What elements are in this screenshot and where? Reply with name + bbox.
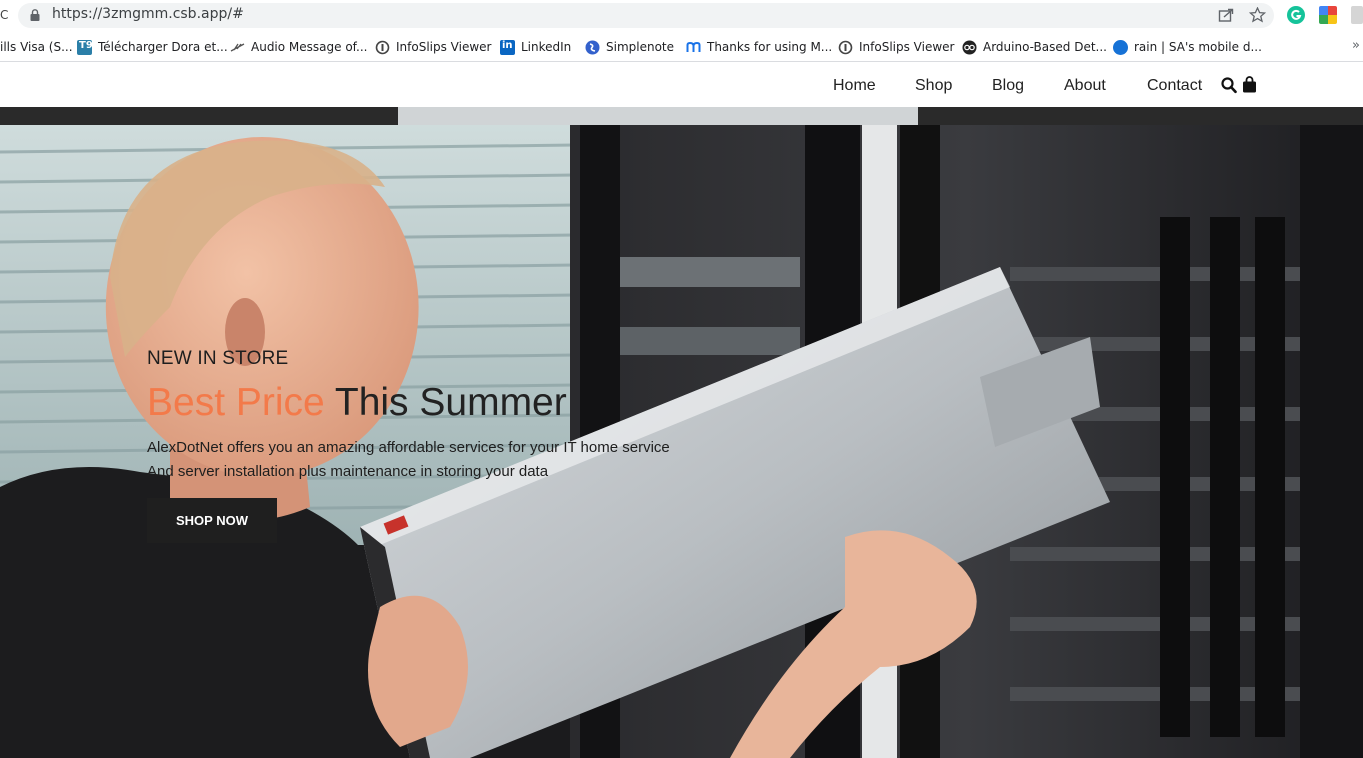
m-icon — [686, 41, 701, 52]
hero-description: AlexDotNet offers you an amazing afforda… — [147, 436, 670, 484]
hero-description-line: And server installation plus maintenance… — [147, 463, 549, 480]
bookmark-label: Arduino-Based Det... — [983, 40, 1107, 54]
bookmark-item[interactable]: InfoSlips Viewer — [375, 39, 491, 55]
infoslips-icon — [375, 40, 390, 54]
bookmark-label: Audio Message of... — [251, 40, 368, 54]
bookmark-item[interactable]: Audio Message of... — [230, 39, 367, 55]
browser-address-bar: C https://3zmgmm.csb.app/# — [0, 0, 1363, 32]
hero-eyebrow: NEW IN STORE — [147, 348, 289, 369]
site-header: Home Shop Blog About Contact — [0, 63, 1363, 107]
bookmark-item[interactable]: rain | SA's mobile d... — [1113, 39, 1262, 55]
lock-icon[interactable] — [30, 9, 40, 21]
url-text[interactable]: https://3zmgmm.csb.app/# — [52, 6, 244, 22]
infoslips-icon — [838, 40, 853, 54]
share-icon[interactable] — [1218, 7, 1235, 23]
bookmark-label: InfoSlips Viewer — [859, 40, 955, 54]
bookmark-label: rain | SA's mobile d... — [1134, 40, 1262, 54]
bookmark-item[interactable]: ills Visa (S... — [0, 39, 73, 55]
arduino-icon — [962, 40, 977, 54]
bookmark-item[interactable]: in LinkedIn — [500, 39, 571, 55]
extension-icon[interactable] — [1351, 6, 1363, 24]
shop-now-button[interactable]: SHOP NOW — [147, 498, 277, 543]
bookmark-label: Thanks for using M... — [707, 40, 833, 54]
hero-headline-rest: This Summer — [324, 381, 567, 424]
feather-icon — [230, 42, 245, 52]
cart-icon[interactable] — [1242, 76, 1257, 93]
nav-about[interactable]: About — [1064, 77, 1106, 95]
hero-headline-accent: Best Price — [147, 381, 325, 424]
nav-contact[interactable]: Contact — [1147, 77, 1202, 95]
t9-icon: T9 — [77, 39, 93, 55]
simplenote-icon — [585, 40, 600, 54]
linkedin-icon: in — [500, 39, 515, 55]
bookmark-item[interactable]: T9 Télécharger Dora et... — [77, 39, 228, 55]
bookmark-item[interactable]: Arduino-Based Det... — [962, 39, 1107, 55]
bookmark-item[interactable]: Simplenote — [585, 39, 674, 55]
bookmarks-overflow-chevron-icon[interactable]: » — [1352, 38, 1360, 53]
bookmark-item[interactable]: InfoSlips Viewer — [838, 39, 954, 55]
hero-description-line: AlexDotNet offers you an amazing afforda… — [147, 439, 670, 456]
colorful-extension-icon[interactable] — [1319, 6, 1337, 24]
nav-home[interactable]: Home — [833, 77, 876, 95]
bookmark-label: Télécharger Dora et... — [98, 40, 228, 54]
bookmark-label: ills Visa (S... — [0, 40, 73, 54]
reload-edge-icon[interactable]: C — [0, 8, 8, 22]
search-icon[interactable] — [1221, 77, 1237, 94]
star-bookmark-icon[interactable] — [1249, 7, 1266, 23]
hero-banner: NEW IN STORE Best Price This Summer Alex… — [0, 107, 1363, 758]
bookmark-item[interactable]: Thanks for using M... — [686, 39, 832, 55]
grammarly-extension-icon[interactable] — [1287, 6, 1305, 24]
hero-background-image — [0, 107, 1363, 758]
bookmark-label: LinkedIn — [521, 40, 572, 54]
url-omnibox[interactable]: https://3zmgmm.csb.app/# — [18, 3, 1274, 28]
nav-shop[interactable]: Shop — [915, 77, 952, 95]
bookmarks-bar: ills Visa (S... T9 Télécharger Dora et..… — [0, 32, 1363, 62]
bookmark-label: Simplenote — [606, 40, 675, 54]
hero-headline: Best Price This Summer — [147, 381, 567, 425]
rain-icon — [1113, 39, 1128, 55]
nav-blog[interactable]: Blog — [992, 77, 1024, 95]
bookmark-label: InfoSlips Viewer — [396, 40, 492, 54]
